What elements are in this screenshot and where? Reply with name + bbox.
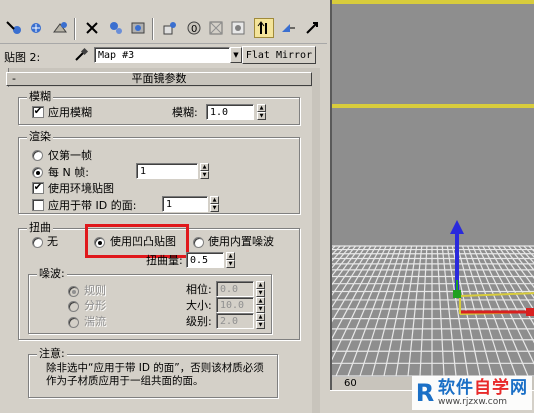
timeline-tick: 60 xyxy=(344,378,357,389)
grid-line-vertical xyxy=(359,245,402,377)
apply-to-faces-id-spinner[interactable]: ▲ ▼ xyxy=(210,196,219,212)
go-to-parent-icon[interactable] xyxy=(254,18,274,38)
noise-turbulence-radio[interactable] xyxy=(68,317,79,328)
reset-map-icon[interactable] xyxy=(82,18,102,38)
noise-regular-label: 规则 xyxy=(84,284,106,297)
noise-size-spinner[interactable]: ▲ ▼ xyxy=(256,297,265,313)
x-axis-arrow-icon xyxy=(526,308,534,316)
grid-line-vertical xyxy=(332,245,351,269)
blur-amount-spinner[interactable]: ▲ ▼ xyxy=(257,104,266,120)
logo-main-a: 软件 xyxy=(438,378,474,398)
noise-levels-input[interactable]: 2.0 xyxy=(216,313,254,329)
blur-amount-input[interactable]: 1.0 xyxy=(206,104,254,120)
put-to-library-icon[interactable] xyxy=(128,18,148,38)
perspective-viewport[interactable]: 60 xyxy=(330,0,534,413)
noise-turbulence-label: 湍流 xyxy=(84,315,106,328)
distortion-amount-input[interactable]: 0.5 xyxy=(186,252,224,268)
svg-text:0: 0 xyxy=(191,24,197,35)
gizmo-center xyxy=(453,290,461,298)
every-nth-frame-input[interactable]: 1 xyxy=(136,163,198,179)
toolbar-separator xyxy=(152,18,154,40)
note-group-title: 注意: xyxy=(37,347,67,360)
z-axis-arrow-icon xyxy=(450,220,464,234)
check-mark-icon: ✔ xyxy=(33,182,43,193)
map-name-input[interactable]: Map #3 xyxy=(94,47,230,63)
apply-to-faces-id-input[interactable]: 1 xyxy=(162,196,208,212)
rollout-header[interactable]: - 平面镜参数 xyxy=(6,72,312,86)
grid-line-vertical xyxy=(436,245,445,377)
grid-line-vertical xyxy=(407,245,423,377)
first-frame-radio[interactable] xyxy=(32,150,43,161)
use-env-map-checkbox[interactable]: ✔ xyxy=(32,182,44,194)
every-nth-frame-radio[interactable] xyxy=(32,167,43,178)
apply-to-faces-label: 应用于带 ID 的面: xyxy=(48,199,137,212)
every-nth-frame-spinner[interactable]: ▲ ▼ xyxy=(200,163,209,179)
noise-fractal-radio[interactable] xyxy=(68,301,79,312)
noise-phase-spinner[interactable]: ▲ ▼ xyxy=(256,281,265,297)
apply-blur-checkbox[interactable]: ✔ xyxy=(32,106,44,118)
eyedropper-icon[interactable] xyxy=(70,46,92,64)
noise-phase-input[interactable]: 0.0 xyxy=(216,281,254,297)
grid-line-vertical xyxy=(395,245,418,377)
rollout-title: 平面镜参数 xyxy=(131,72,187,85)
noise-regular-radio[interactable] xyxy=(68,286,79,297)
map-name-row: 贴图 2: Map #3 ▼ Flat Mirror xyxy=(0,44,327,66)
show-in-viewport-icon[interactable] xyxy=(228,18,248,38)
noise-size-input[interactable]: 10.0 xyxy=(216,297,254,313)
distortion-amount-label: 扭曲量: xyxy=(146,254,183,267)
use-builtin-noise-radio[interactable] xyxy=(193,237,204,248)
make-unique-icon[interactable] xyxy=(106,18,126,38)
distortion-amount-spinner[interactable]: ▲ ▼ xyxy=(226,252,235,268)
material-editor-toolbar: 0 xyxy=(0,0,327,44)
distortion-none-radio[interactable] xyxy=(32,237,43,248)
annotation-highlight-box xyxy=(85,224,189,258)
go-forward-to-sibling-icon[interactable] xyxy=(278,18,298,38)
put-to-scene-icon[interactable] xyxy=(26,18,46,38)
show-end-result-icon[interactable] xyxy=(206,18,226,38)
collapse-symbol: - xyxy=(12,72,16,85)
grid-line-vertical xyxy=(441,245,457,377)
noise-size-label: 大小: xyxy=(186,299,212,312)
check-mark-icon: ✔ xyxy=(33,106,43,117)
chevron-down-icon: ▼ xyxy=(233,51,239,59)
pick-material-icon[interactable] xyxy=(4,18,24,38)
distortion-group-title: 扭曲 xyxy=(27,221,53,234)
grid-line-vertical xyxy=(419,245,428,377)
logo-main-b: 自学 xyxy=(474,378,510,398)
logo-mark: R xyxy=(415,379,435,407)
distortion-none-label: 无 xyxy=(47,235,58,248)
site-watermark-logo: R 软件自学网 www.rjzxw.com xyxy=(412,376,532,410)
apply-blur-label: 应用模糊 xyxy=(48,106,92,119)
note-text: 除非选中“应用于带 ID 的面”，否则该材质必须作为子材质应用于一组共面的面。 xyxy=(46,362,264,387)
map-slot-label: 贴图 2: xyxy=(4,51,41,64)
map-type-button[interactable]: Flat Mirror xyxy=(242,46,316,64)
noise-levels-label: 级别: xyxy=(186,315,212,328)
viewport-grid xyxy=(332,220,534,377)
grid-line-vertical xyxy=(332,245,367,296)
render-group-title: 渲染 xyxy=(27,130,53,143)
use-builtin-noise-label: 使用内置噪波 xyxy=(208,235,274,248)
noise-fractal-label: 分形 xyxy=(84,299,106,312)
map-name-dropdown-arrow[interactable]: ▼ xyxy=(230,47,242,63)
material-map-navigator-icon[interactable] xyxy=(302,18,322,38)
logo-main-text: 软件自学网 xyxy=(438,379,528,397)
logo-url: www.rjzxw.com xyxy=(438,397,507,407)
use-env-map-label: 使用环境贴图 xyxy=(48,182,114,195)
assign-material-icon[interactable] xyxy=(50,18,70,38)
toolbar-separator xyxy=(74,18,76,40)
blur-group-title: 模糊 xyxy=(27,90,53,103)
grid-line-vertical xyxy=(383,245,413,377)
noise-levels-spinner[interactable]: ▲ ▼ xyxy=(256,313,265,329)
every-nth-frame-label: 每 N 帧: xyxy=(48,166,89,179)
noise-group-title: 噪波: xyxy=(37,267,67,280)
logo-main-c: 网 xyxy=(510,378,528,398)
first-frame-label: 仅第一帧 xyxy=(48,149,92,162)
grid-line-vertical xyxy=(335,245,392,377)
grid-line-vertical xyxy=(332,245,377,323)
show-map-in-viewport-icon[interactable]: 0 xyxy=(184,18,204,38)
material-effects-channel-icon[interactable] xyxy=(160,18,180,38)
apply-to-faces-checkbox[interactable] xyxy=(32,199,44,211)
blur-amount-label: 模糊: xyxy=(172,106,198,119)
noise-phase-label: 相位: xyxy=(186,283,212,296)
